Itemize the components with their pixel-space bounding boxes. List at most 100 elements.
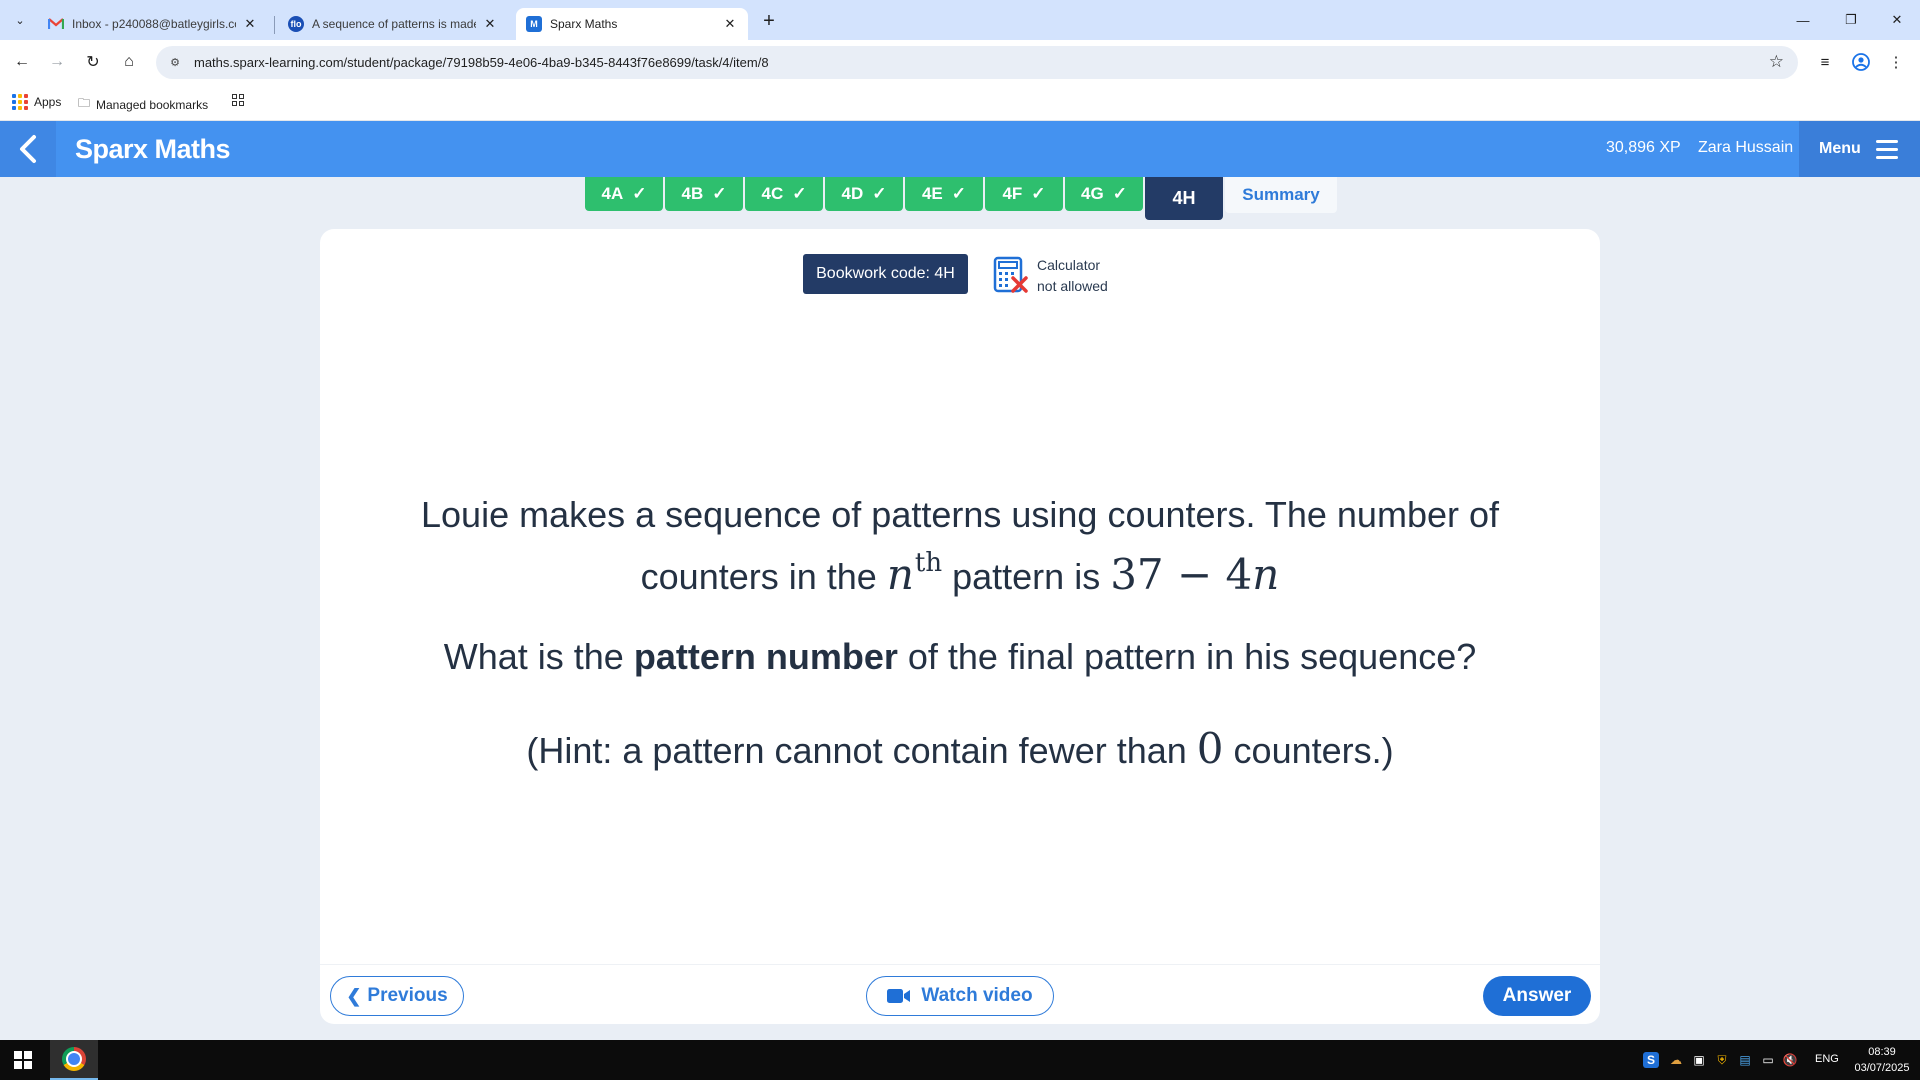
task-tab-4c[interactable]: 4C ✓ [745,177,823,211]
input-language[interactable]: ENG [1815,1053,1839,1065]
task-tab-label: 4C [761,184,784,203]
task-tab-4b[interactable]: 4B ✓ [665,177,743,211]
back-chevron-icon[interactable] [0,121,56,177]
chevron-left-icon: ❮ [346,985,362,1006]
clock[interactable]: 08:39 03/07/2025 [1852,1044,1912,1076]
tab-groups-icon[interactable] [232,94,244,106]
bookmark-managed[interactable]: 🗀 Managed bookmarks [78,94,208,115]
gmail-icon [48,16,64,32]
tab-title: A sequence of patterns is made [312,17,476,31]
brand-title: Sparx Maths [75,134,231,164]
bookmark-apps[interactable]: Apps [12,94,61,110]
question-card: Bookwork code: 4H Calculator not allowed… [320,229,1600,1024]
watch-video-label: Watch video [921,985,1033,1006]
bookmarks-bar: Apps 🗀 Managed bookmarks [0,85,1920,121]
task-tab-4d[interactable]: 4D ✓ [825,177,903,211]
calculator-line2: not allowed [1037,278,1108,294]
previous-button[interactable]: ❮ Previous [330,976,464,1016]
task-tab-label: 4D [841,184,864,203]
bookmark-star-icon[interactable]: ☆ [1769,52,1784,72]
tab-divider [274,16,275,34]
minimize-icon[interactable]: — [1780,6,1826,34]
new-tab-icon[interactable]: + [758,10,780,32]
forward-arrow-icon[interactable]: → [45,50,69,74]
question-prompt: What is the pattern number of the final … [320,633,1600,681]
volume-muted-icon[interactable]: 🔇 [1782,1052,1798,1068]
student-name[interactable]: Zara Hussain [1698,139,1793,157]
cloud-tray-icon[interactable]: ☁ [1668,1052,1684,1068]
folder-icon: 🗀 [78,96,91,110]
windows-start-icon[interactable] [14,1051,32,1069]
tab-title: Inbox - p240088@batleygirls.co [72,17,236,31]
browser-tab-inbox[interactable]: Inbox - p240088@batleygirls.co ✕ [38,8,268,40]
task-tab-4g[interactable]: 4G ✓ [1065,177,1143,211]
video-camera-icon [887,989,911,1003]
taskbar-chrome-button[interactable] [50,1040,98,1080]
answer-button[interactable]: Answer [1483,976,1591,1016]
windows-taskbar: S ☁ ▣ ⛨ ▤ ▭ 🔇 ENG 08:39 03/07/2025 [0,1040,1920,1080]
monitor-tray-icon[interactable]: ▣ [1691,1052,1707,1068]
watch-video-button[interactable]: Watch video [866,976,1054,1016]
answer-label: Answer [1502,985,1572,1006]
hamburger-icon [1875,139,1898,159]
math-number: 0 [1196,724,1224,773]
close-tab-icon[interactable]: ✕ [722,16,738,32]
task-tab-4a[interactable]: 4A ✓ [585,177,663,211]
card-footer: ❮ Previous Watch video Answer [320,964,1600,1024]
question-hint: (Hint: a pattern cannot contain fewer th… [320,725,1600,775]
calculator-line1: Calculator [1037,257,1101,273]
question-fragment: pattern is [952,556,1101,597]
menu-label: Menu [1819,140,1861,157]
onedrive-tray-icon[interactable]: ▤ [1737,1052,1753,1068]
question-line-1: Louie makes a sequence of patterns using… [421,494,1499,535]
bookmark-label: Apps [34,95,62,109]
close-window-icon[interactable]: ✕ [1874,6,1920,34]
security-tray-icon[interactable]: ⛨ [1714,1052,1730,1068]
task-tab-label: 4E [921,184,943,203]
math-var-n: n [1252,550,1280,599]
question-emphasis: pattern number [633,636,898,677]
menu-button[interactable]: Menu [1799,121,1920,177]
math-expression: 37 − 4 [1110,550,1253,599]
address-bar[interactable]: ⚙ maths.sparx-learning.com/student/packa… [156,46,1798,79]
bookmark-label: Managed bookmarks [96,97,209,112]
back-arrow-icon[interactable]: ← [10,50,34,74]
task-tab-label: 4F [1002,184,1023,203]
close-tab-icon[interactable]: ✕ [242,16,258,32]
profile-icon[interactable] [1849,50,1873,74]
task-tab-summary[interactable]: Summary [1225,177,1337,213]
task-tab-label: 4G [1081,184,1104,203]
url-text[interactable]: maths.sparx-learning.com/student/package… [194,55,769,70]
sparx-tray-icon[interactable]: S [1643,1052,1659,1068]
close-tab-icon[interactable]: ✕ [482,16,498,32]
restore-icon[interactable]: ❐ [1828,6,1874,34]
media-control-icon[interactable]: ≡ [1813,50,1837,74]
hint-fragment: (Hint: a pattern cannot contain fewer th… [526,730,1187,771]
question-text: Louie makes a sequence of patterns using… [320,491,1600,601]
clock-date: 03/07/2025 [1854,1062,1910,1074]
task-tab-label: 4A [601,184,624,203]
chrome-icon [62,1047,86,1071]
task-tab-4h[interactable]: 4H [1145,177,1223,220]
task-tab-4f[interactable]: 4F ✓ [985,177,1063,211]
home-icon[interactable]: ⌂ [117,50,141,74]
kebab-menu-icon[interactable]: ⋮ [1884,50,1908,74]
check-icon: ✓ [632,184,647,203]
math-var-n: n [886,550,914,599]
check-icon: ✓ [1112,184,1127,203]
browser-tab-sequence[interactable]: flo A sequence of patterns is made ✕ [278,8,508,40]
browser-tab-sparx[interactable]: M Sparx Maths ✕ [516,8,748,40]
network-tray-icon[interactable]: ▭ [1760,1052,1776,1068]
bookwork-code[interactable]: Bookwork code: 4H [803,254,968,294]
check-icon: ✓ [951,184,967,203]
reload-icon[interactable]: ↻ [81,50,105,74]
check-icon: ✓ [712,184,727,203]
question-fragment: counters in the [640,556,877,597]
math-superscript-th: th [914,548,943,578]
previous-label: Previous [367,985,448,1006]
tab-search-chevron-icon[interactable]: ⌄ [8,9,32,31]
task-tab-4e[interactable]: 4E ✓ [905,177,983,211]
check-icon: ✓ [872,184,887,203]
calculator-not-allowed-icon [993,256,1028,293]
site-info-icon[interactable]: ⚙ [168,55,182,69]
